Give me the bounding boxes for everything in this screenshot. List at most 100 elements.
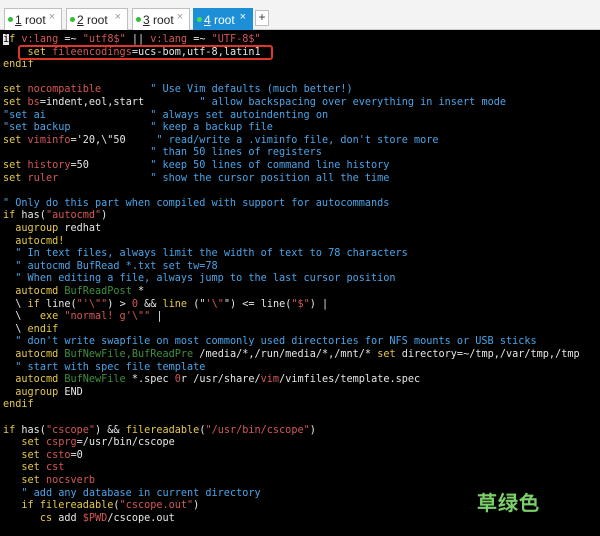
- tab-1[interactable]: 1 root ×: [4, 8, 62, 30]
- code-token: =indent,eol,start: [39, 97, 145, 108]
- code-token: END: [58, 386, 83, 398]
- code-token: ) >: [107, 298, 132, 310]
- connection-status-icon: [197, 17, 202, 22]
- code-token: ) &&: [95, 424, 126, 436]
- code-token: *: [131, 286, 145, 297]
- code-token: " add any database in current directory: [21, 487, 261, 499]
- code-token: bs: [27, 97, 40, 108]
- tab-label: root: [214, 13, 235, 27]
- code-line: if filereadable("cscope.out"): [3, 499, 199, 512]
- code-token: set: [21, 475, 46, 486]
- close-icon[interactable]: ×: [49, 11, 55, 23]
- code-token: " allow backspacing over everything in i…: [199, 97, 506, 108]
- code-token: \: [3, 323, 28, 335]
- code-token: ): [309, 424, 316, 436]
- code-token: if: [3, 424, 22, 436]
- code-token: if: [21, 500, 40, 512]
- code-line: endif: [3, 398, 34, 411]
- tab-number: 2: [77, 13, 84, 27]
- code-token: set: [3, 97, 28, 108]
- code-token: " autocmd BufRead *.txt set tw=78: [15, 260, 218, 272]
- code-line: " autocmd BufRead *.txt set tw=78: [3, 260, 218, 273]
- code-line: set nocompatible " Use Vim defaults (muc…: [3, 83, 353, 96]
- code-line: " than 50 lines of registers: [3, 146, 322, 159]
- close-icon[interactable]: ×: [115, 11, 121, 23]
- code-token: cst: [45, 462, 65, 474]
- code-token: "UTF-8$": [211, 34, 261, 45]
- close-icon[interactable]: ×: [177, 11, 183, 23]
- tab-4[interactable]: 4 root ×: [193, 8, 253, 30]
- tab-label: root: [25, 13, 46, 27]
- terminal-vim-buffer[interactable]: if v:lang =~ "utf8$" || v:lang =~ "UTF-8…: [0, 30, 600, 536]
- code-token: autocmd: [15, 374, 65, 386]
- code-line: autocmd BufNewFile *.spec 0r /usr/share/…: [3, 373, 420, 386]
- code-token: "/usr/bin/cscope": [205, 424, 310, 436]
- code-token: BufNewFile: [64, 374, 126, 386]
- code-token: endif: [27, 323, 59, 335]
- code-token: "utf8$": [82, 34, 126, 45]
- code-line: endif: [3, 58, 34, 71]
- code-line: " don't write swapfile on most commonly …: [3, 335, 537, 348]
- code-line: \ if line("'\"") > 0 && line ("'\"") <= …: [3, 298, 328, 311]
- code-token: "cscope.out": [119, 500, 194, 512]
- code-token: filereadable: [125, 424, 200, 436]
- add-tab-button[interactable]: +: [255, 10, 269, 26]
- code-token: " start with spec file template: [15, 361, 206, 373]
- code-token: (": [193, 298, 206, 310]
- code-token: augroup: [15, 223, 59, 234]
- code-token: ||: [125, 34, 151, 45]
- code-token: \: [3, 298, 28, 310]
- code-token: set: [377, 349, 402, 360]
- connection-status-icon: [70, 17, 75, 22]
- code-line: " start with spec file template: [3, 361, 205, 374]
- code-token: v:lang: [21, 34, 59, 45]
- code-token: " read/write a .viminfo file, don't stor…: [156, 134, 439, 146]
- code-line: augroup redhat: [3, 222, 101, 235]
- code-token: *.spec: [125, 374, 175, 386]
- watermark: 草绿色: [477, 491, 540, 515]
- code-token: BufNewFile,BufReadPre: [64, 349, 194, 360]
- code-token: " don't write swapfile on most commonly …: [15, 336, 537, 348]
- code-token: exe: [39, 311, 65, 323]
- code-token: has(: [21, 210, 46, 222]
- code-token: "$": [291, 298, 310, 310]
- close-icon[interactable]: ×: [240, 11, 246, 23]
- code-token: ): [193, 500, 200, 512]
- connection-status-icon: [8, 17, 13, 22]
- code-token: BufReadPost: [64, 286, 132, 297]
- tab-2[interactable]: 2 root ×: [66, 8, 128, 30]
- code-line: \ endif: [3, 323, 58, 336]
- code-token: autocmd: [15, 286, 65, 297]
- code-token: set: [3, 160, 28, 171]
- code-token: &&: [137, 298, 163, 310]
- code-token: "cscope": [45, 424, 96, 436]
- code-token: "autocmd": [45, 210, 102, 222]
- code-line: set cst: [3, 461, 64, 474]
- code-token: history: [27, 160, 71, 171]
- code-token: if: [3, 210, 22, 222]
- code-token: "set backup: [3, 122, 71, 134]
- code-token: filereadable: [39, 500, 114, 512]
- code-token: " keep a backup file: [150, 122, 273, 134]
- code-token: =0: [70, 449, 83, 461]
- code-token: =50: [70, 160, 89, 171]
- code-token: ): [101, 210, 108, 222]
- code-token: set: [21, 462, 46, 474]
- code-token: directory=~/tmp,/var/tmp,/tmp: [401, 349, 580, 360]
- code-token: /vimfiles/template.spec: [279, 374, 421, 386]
- code-token: f: [9, 34, 22, 45]
- connection-status-icon: [136, 17, 141, 22]
- code-token: line(: [45, 298, 77, 310]
- tab-3[interactable]: 3 root ×: [132, 8, 190, 30]
- code-token: \: [3, 311, 40, 323]
- highlight-box: [18, 45, 273, 60]
